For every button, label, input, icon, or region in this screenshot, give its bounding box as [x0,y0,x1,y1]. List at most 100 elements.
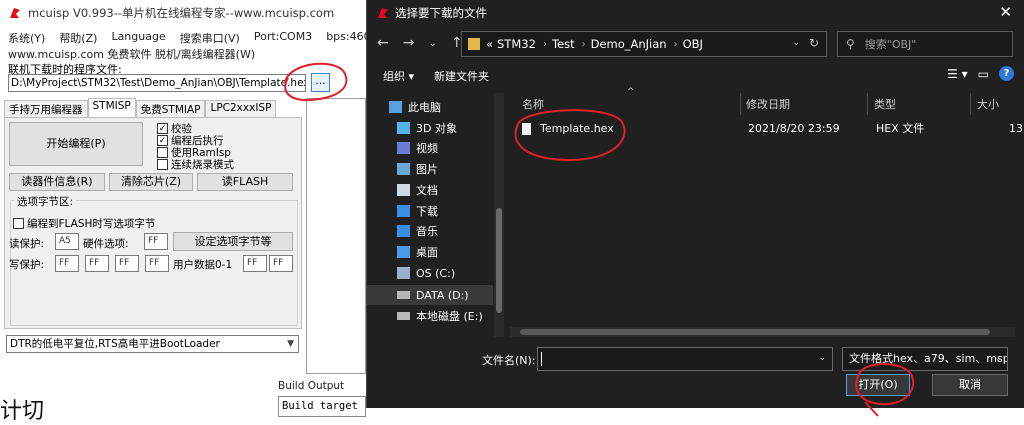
file-row[interactable]: Template.hex 2021/8/20 23:59 HEX 文件 13 [520,119,1024,139]
forward-arrow-icon[interactable]: → [403,35,415,51]
dialog-title: 选择要下载的文件 [395,6,487,20]
close-icon[interactable]: ✕ [999,3,1012,21]
build-output-text: Build target 'Template' [278,396,366,417]
erase-chip-button[interactable]: 清除芯片(Z) [109,173,193,191]
column-size[interactable]: 大小 [977,96,999,112]
continuous-burn-checkbox[interactable]: 连续烧录模式 [157,157,234,172]
file-list: 名称 ^ 修改日期 类型 大小 Template.hex 2021/8/20 2… [510,87,1024,337]
recent-locations-chevron-icon[interactable]: ⌄ [428,38,436,49]
view-list-icon[interactable]: ☰ ▾ [947,67,968,81]
read-flash-button[interactable]: 读FLASH [197,173,293,191]
read-protect-field[interactable]: A5 [55,233,79,250]
column-date[interactable]: 修改日期 [746,96,790,112]
file-type-filter[interactable]: 文件格式hex、a79、sim、msp ⌄ [842,347,1008,371]
file-list-scrollbar[interactable] [510,327,1015,337]
nav-item-music[interactable]: 音乐 [397,221,438,241]
nav-item-documents[interactable]: 文档 [397,180,438,200]
write-protect-field-2[interactable]: FF [85,255,109,272]
breadcrumb-demo-anjian[interactable]: Demo_AnJian [591,37,667,51]
view-controls: ☰ ▾ ▭ ? [947,66,1014,81]
mcuisp-tabs: 手持万用编程器 STMISP 免费STMIAP LPC2xxxISP [4,98,277,117]
back-arrow-icon[interactable]: ← [377,35,389,51]
search-box[interactable]: ⚲ 搜索"OBJ" [837,31,1013,57]
tab-stmisp[interactable]: STMISP [87,98,136,117]
new-folder-button[interactable]: 新建文件夹 [434,68,489,84]
mcuisp-title: mcuisp V0.993--单片机在线编程专家--www.mcuisp.com [28,6,335,20]
menu-port[interactable]: Port:COM3 [254,30,312,46]
tab-handheld-programmer[interactable]: 手持万用编程器 [4,100,88,117]
write-protect-label: 写保护: [9,259,45,271]
nav-item-videos[interactable]: 视频 [397,138,438,158]
menu-system[interactable]: 系统(Y) [8,30,45,46]
background-text: 计切 [0,399,45,424]
nav-item-downloads[interactable]: 下载 [397,201,438,221]
desktop-icon [397,246,410,258]
nav-item-drive-c[interactable]: OS (C:) [397,263,455,283]
user-data-label: 用户数据0-1 [173,259,233,271]
build-output-label: Build Output [278,380,345,392]
write-protect-field-1[interactable]: FF [55,255,79,272]
preview-pane-icon[interactable]: ▭ [978,67,989,81]
menu-language[interactable]: Language [111,30,165,46]
mcuisp-menubar: 系统(Y) 帮助(Z) Language 搜索串口(V) Port:COM3 b… [8,30,392,46]
chevron-down-icon: ⌄ [994,354,1002,364]
drive-icon [397,312,410,320]
file-path-field[interactable]: D:\MyProject\STM32\Test\Demo_AnJian\OBJ\… [8,74,306,92]
column-divider [970,93,971,115]
nav-item-this-pc[interactable]: 此电脑 [389,97,441,117]
scrollbar-thumb[interactable] [520,329,990,335]
menu-offline-programmer[interactable]: www.mcuisp.com 免费软件 脱机/离线编程器(W) [8,46,255,62]
tab-lpc2xxxisp[interactable]: LPC2xxxISP [205,100,277,117]
chevron-down-icon[interactable]: ⌄ [792,38,800,48]
folder-icon [468,38,480,50]
filename-input[interactable]: ⌄ [537,347,833,371]
sort-chevron-icon: ^ [627,87,635,97]
breadcrumb-separator-icon: › [542,38,547,50]
mcuisp-window: mcuisp V0.993--单片机在线编程专家--www.mcuisp.com… [0,0,392,424]
mcuisp-logo-icon [378,8,388,18]
nav-item-drive-d[interactable]: DATA (D:) [367,285,493,305]
chevron-down-icon: ▼ [287,339,294,349]
nav-item-desktop[interactable]: 桌面 [397,242,438,262]
user-data-field-1[interactable]: FF [243,255,267,272]
write-protect-field-4[interactable]: FF [145,255,169,272]
user-data-field-2[interactable]: FF [269,255,293,272]
column-type[interactable]: 类型 [874,96,896,112]
menu-search-port[interactable]: 搜索串口(V) [180,30,240,46]
cancel-button[interactable]: 取消 [932,374,1008,396]
menu-help[interactable]: 帮助(Z) [59,30,97,46]
navigation-pane: 此电脑 3D 对象 视频 图片 文档 下载 音乐 桌面 OS (C:) DATA… [367,93,508,337]
file-date: 2021/8/20 23:59 [748,122,840,135]
tab-free-stmiap[interactable]: 免费STMIAP [135,100,206,117]
start-programming-button[interactable]: 开始编程(P) [9,122,143,166]
open-button[interactable]: 打开(O) [846,374,910,396]
chevron-down-icon[interactable]: ⌄ [818,353,826,363]
help-icon[interactable]: ? [999,66,1014,81]
file-name: Template.hex [540,122,614,135]
set-option-bytes-button[interactable]: 设定选项字节等 [173,232,293,251]
pictures-icon [397,163,410,175]
column-name[interactable]: 名称 [522,96,544,112]
browse-button[interactable]: ... [311,73,330,92]
file-type: HEX 文件 [876,122,925,135]
nav-item-pictures[interactable]: 图片 [397,159,438,179]
file-icon [522,123,531,135]
write-protect-field-3[interactable]: FF [115,255,139,272]
refresh-icon[interactable]: ↻ [809,36,819,50]
nav-item-3d-objects[interactable]: 3D 对象 [397,118,457,138]
breadcrumb-stm32[interactable]: STM32 [497,37,536,51]
breadcrumb-overflow[interactable]: « [486,37,493,51]
breadcrumb-test[interactable]: Test [552,37,575,51]
dtr-rts-mode-select[interactable]: DTR的低电平复位,RTS高电平进BootLoader ▼ [6,335,299,353]
breadcrumb-obj[interactable]: OBJ [683,37,703,51]
hardware-option-field[interactable]: FF [144,233,168,250]
write-option-bytes-checkbox[interactable]: 编程到FLASH时写选项字节 [13,216,155,231]
navigation-scrollbar[interactable] [494,93,504,337]
address-bar[interactable]: « STM32 › Test › Demo_AnJian › OBJ ⌄ ↻ [461,31,827,57]
downloads-icon [397,205,410,217]
read-device-info-button[interactable]: 读器件信息(R) [9,173,105,191]
scrollbar-thumb[interactable] [496,208,502,313]
3d-objects-icon [397,122,410,134]
organize-menu[interactable]: 组织 ▾ [383,68,414,84]
nav-item-drive-e[interactable]: 本地磁盘 (E:) [397,306,483,326]
